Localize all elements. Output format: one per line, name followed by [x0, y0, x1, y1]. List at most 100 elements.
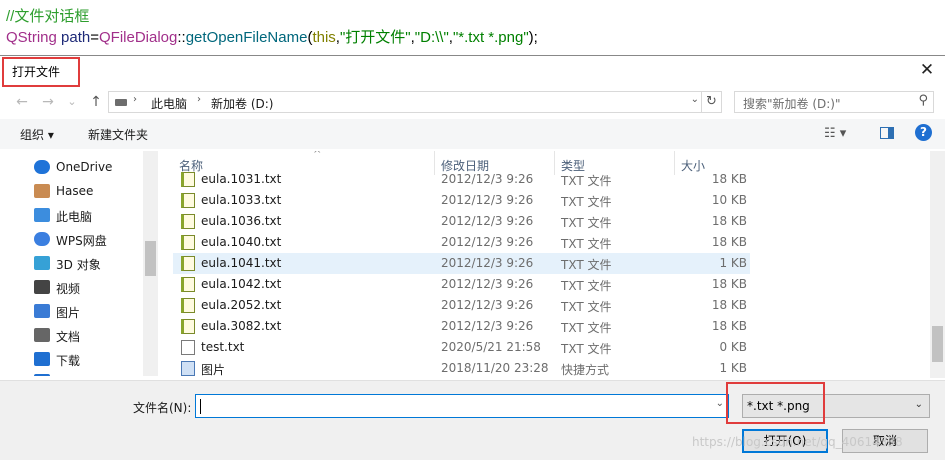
cell-size: 18 KB	[711, 214, 747, 228]
table-row[interactable]: eula.3082.txt 2012/12/3 9:26 TXT 文件 18 KB	[173, 316, 750, 337]
text-file-icon	[181, 214, 195, 229]
cell-date: 2012/12/3 9:26	[441, 172, 534, 186]
close-icon[interactable]: ✕	[915, 59, 939, 81]
navigation-pane: OneDrive Hasee 此电脑 WPS网盘 3D 对象视频图片文档下载音乐	[0, 151, 158, 376]
cube-icon	[34, 256, 50, 270]
cell-type: 快捷方式	[561, 363, 610, 377]
drive-icon	[115, 99, 127, 106]
address-row: ← → ⌄ ↑ › 此电脑 › 新加卷 (D:) ⌄ ↻ 搜索"新加卷 (D:)…	[0, 88, 945, 116]
text-file-icon	[181, 172, 195, 187]
file-list-scrollbar[interactable]	[930, 151, 945, 378]
navigation-scrollbar[interactable]	[143, 151, 158, 376]
text-caret	[200, 399, 201, 414]
cell-type: TXT 文件	[561, 195, 612, 209]
view-options-icon[interactable]: ☷ ▾	[824, 126, 846, 141]
file-list-scrollbar-thumb[interactable]	[932, 326, 943, 362]
cell-name: test.txt	[201, 340, 245, 354]
address-dropdown-icon[interactable]: ⌄	[691, 94, 699, 105]
search-input[interactable]: 搜索"新加卷 (D:)" ⚲	[734, 91, 934, 113]
cell-type: TXT 文件	[561, 279, 612, 293]
text-file-icon	[181, 256, 195, 271]
title-bar: 打开文件 ✕	[0, 56, 945, 87]
filename-label: 文件名(N):	[133, 401, 192, 415]
filename-dropdown-icon[interactable]: ⌄	[716, 398, 724, 409]
shortcut-icon	[181, 361, 195, 376]
text-file-icon	[181, 193, 195, 208]
help-icon[interactable]: ?	[915, 124, 932, 141]
table-row[interactable]: eula.1036.txt 2012/12/3 9:26 TXT 文件 18 KB	[173, 211, 750, 232]
breadcrumb-this-pc[interactable]: 此电脑	[151, 95, 187, 112]
code-token: QFileDialog	[99, 29, 178, 46]
code-token: ::	[177, 29, 186, 46]
code-token: "打开文件"	[339, 29, 411, 46]
cell-name: eula.1031.txt	[201, 172, 282, 186]
cell-name: eula.1042.txt	[201, 277, 282, 291]
code-token: this	[312, 29, 336, 46]
cell-name: eula.1033.txt	[201, 193, 282, 207]
cell-name: eula.2052.txt	[201, 298, 282, 312]
cell-size: 1 KB	[719, 361, 747, 375]
up-arrow-icon[interactable]: ↑	[86, 92, 106, 112]
cell-date: 2018/11/20 23:28	[441, 361, 549, 375]
table-row[interactable]: 图片 2018/11/20 23:28 快捷方式 1 KB	[173, 358, 750, 378]
nav-item-label: 音乐	[56, 374, 80, 376]
cell-type: TXT 文件	[561, 237, 612, 251]
cell-size: 18 KB	[711, 235, 747, 249]
nav-item-label: Hasee	[56, 184, 94, 198]
table-row[interactable]: test.txt 2020/5/21 21:58 TXT 文件 0 KB	[173, 337, 750, 358]
new-folder-button[interactable]: 新建文件夹	[88, 126, 148, 143]
text-file-icon	[181, 319, 195, 334]
breadcrumb-separator-icon[interactable]: ›	[197, 94, 201, 105]
address-bar[interactable]: › 此电脑 › 新加卷 (D:) ⌄ ↻	[108, 91, 722, 113]
cell-date: 2012/12/3 9:26	[441, 277, 534, 291]
forward-arrow-icon[interactable]: →	[38, 92, 58, 112]
text-file-icon	[181, 298, 195, 313]
cell-date: 2012/12/3 9:26	[441, 214, 534, 228]
cell-type: TXT 文件	[561, 342, 612, 356]
cell-size: 18 KB	[711, 172, 747, 186]
code-line: QString path=QFileDialog::getOpenFileNam…	[6, 27, 945, 49]
refresh-icon[interactable]: ↻	[701, 92, 721, 112]
cell-size: 18 KB	[711, 298, 747, 312]
code-token: );	[528, 29, 538, 46]
document-icon	[34, 328, 50, 342]
cell-type: TXT 文件	[561, 174, 612, 188]
nav-item-label: 图片	[56, 306, 81, 320]
breadcrumb-drive-d[interactable]: 新加卷 (D:)	[211, 95, 273, 112]
cell-size: 18 KB	[711, 277, 747, 291]
cell-size: 10 KB	[711, 193, 747, 207]
organize-button[interactable]: 组织 ▾	[20, 126, 54, 143]
cell-name: 图片	[201, 363, 226, 377]
table-row[interactable]: eula.1040.txt 2012/12/3 9:26 TXT 文件 18 KB	[173, 232, 750, 253]
filename-input[interactable]: ⌄	[195, 394, 729, 418]
code-comment: //文件对话框	[6, 8, 90, 25]
nav-item-label: 此电脑	[56, 210, 93, 224]
filter-dropdown-icon[interactable]: ⌄	[915, 399, 923, 410]
text-file-icon	[181, 277, 195, 292]
table-row[interactable]: eula.2052.txt 2012/12/3 9:26 TXT 文件 18 KB	[173, 295, 750, 316]
breadcrumb-separator-icon[interactable]: ›	[133, 94, 137, 105]
back-arrow-icon[interactable]: ←	[12, 92, 32, 112]
sort-ascending-icon: ^	[313, 151, 322, 160]
cell-type: TXT 文件	[561, 258, 612, 272]
dialog-footer: 文件名(N): ⌄ *.txt *.png ⌄ 打开(O) 取消 https:/…	[0, 380, 945, 460]
cell-name: eula.1036.txt	[201, 214, 282, 228]
table-row[interactable]: eula.1033.txt 2012/12/3 9:26 TXT 文件 10 KB	[173, 190, 750, 211]
navigation-scrollbar-thumb[interactable]	[145, 241, 156, 276]
nav-item-label: WPS网盘	[56, 234, 107, 248]
filter-highlight-box	[726, 382, 825, 424]
table-row[interactable]: eula.1042.txt 2012/12/3 9:26 TXT 文件 18 KB	[173, 274, 750, 295]
preview-pane-icon[interactable]	[880, 127, 894, 139]
recent-locations-chevron-icon[interactable]: ⌄	[62, 92, 82, 112]
table-row[interactable]: eula.1031.txt 2012/12/3 9:26 TXT 文件 18 KB	[173, 169, 750, 190]
cell-size: 18 KB	[711, 319, 747, 333]
onedrive-icon	[34, 160, 50, 174]
open-file-dialog: 打开文件 ✕ ← → ⌄ ↑ › 此电脑 › 新加卷 (D:) ⌄ ↻ 搜索"新…	[0, 55, 945, 460]
table-row[interactable]: eula.1041.txt 2012/12/3 9:26 TXT 文件 1 KB	[173, 253, 750, 274]
search-icon[interactable]: ⚲	[918, 93, 928, 108]
code-token: "D:\\"	[414, 29, 449, 46]
cell-date: 2020/5/21 21:58	[441, 340, 541, 354]
plain-text-file-icon	[181, 340, 195, 355]
code-token: path	[61, 29, 91, 46]
code-token: QString	[6, 29, 57, 46]
